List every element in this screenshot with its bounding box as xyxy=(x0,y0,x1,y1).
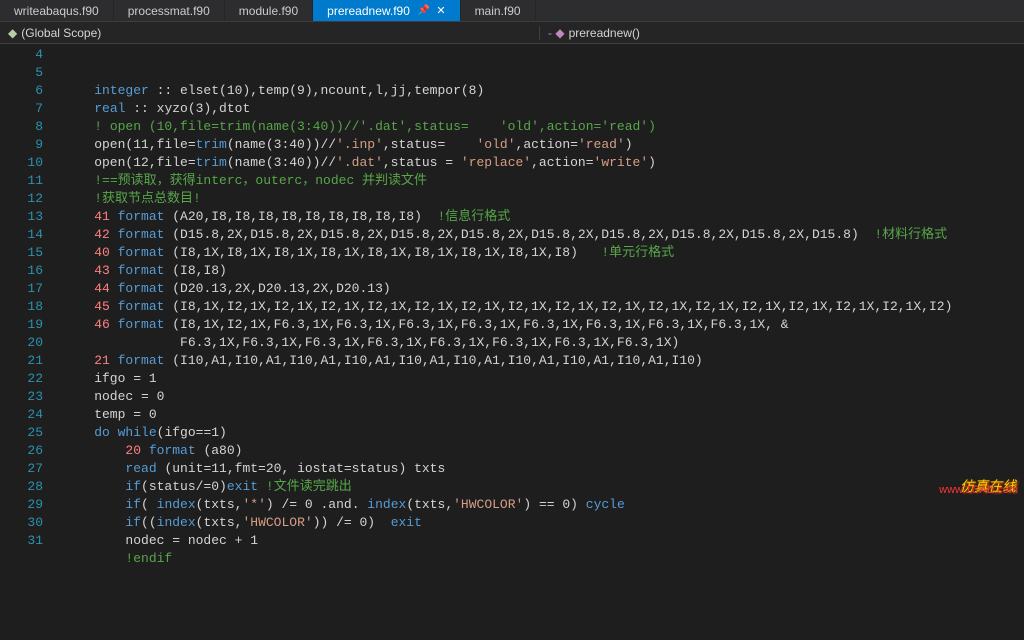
scope-global[interactable]: ◆ (Global Scope) xyxy=(0,26,540,40)
code-area[interactable]: integer :: elset(10),temp(9),ncount,l,jj… xyxy=(55,44,1024,501)
line-gutter: 4567891011121314151617181920212223242526… xyxy=(0,44,55,501)
scope-icon: ◆ xyxy=(8,26,17,40)
tab-writeabaqus[interactable]: writeabaqus.f90 xyxy=(0,0,114,21)
function-icon: - ◆ xyxy=(548,26,565,40)
tab-module[interactable]: module.f90 xyxy=(225,0,313,21)
close-icon[interactable]: ✕ xyxy=(436,4,445,17)
scope-function[interactable]: - ◆ prereadnew() xyxy=(540,26,648,40)
pin-icon[interactable]: 📌 xyxy=(418,5,430,16)
tab-bar: writeabaqus.f90 processmat.f90 module.f9… xyxy=(0,0,1024,22)
tab-main[interactable]: main.f90 xyxy=(461,0,536,21)
watermark-url: www.1CAE.com xyxy=(939,481,1018,499)
tab-processmat[interactable]: processmat.f90 xyxy=(114,0,225,21)
tab-prereadnew[interactable]: prereadnew.f90 📌 ✕ xyxy=(313,0,460,21)
scope-bar: ◆ (Global Scope) - ◆ prereadnew() xyxy=(0,22,1024,44)
editor[interactable]: 4567891011121314151617181920212223242526… xyxy=(0,44,1024,501)
